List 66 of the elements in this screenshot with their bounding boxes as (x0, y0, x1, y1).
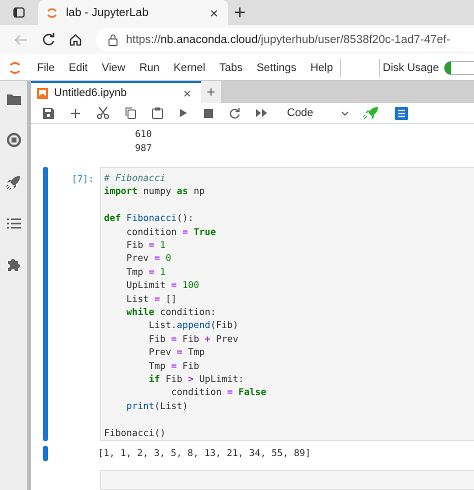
rocket-icon[interactable] (363, 106, 380, 120)
cell-selection-bar[interactable] (43, 166, 48, 442)
code-line: while condition: (125, 306, 216, 320)
puzzle-icon[interactable] (6, 257, 20, 271)
code-line: Prev = 0 (125, 252, 172, 266)
code-line: Fib = 1 (125, 239, 166, 252)
code-line: import numpy as np (104, 185, 205, 199)
cut-icon[interactable] (97, 107, 109, 120)
notebook-tab[interactable]: Untitled6.ipynb × (31, 81, 201, 103)
menu-item[interactable]: View (94, 62, 132, 74)
menu-item[interactable]: Edit (62, 62, 95, 74)
code-line: condition = False (170, 386, 266, 400)
reload-icon[interactable] (42, 33, 55, 46)
close-tab-button[interactable]: × (208, 4, 220, 20)
disk-usage-label: Disk Usage (382, 62, 439, 74)
code-line: List.append(Fib) (148, 319, 238, 333)
rocket-icon[interactable] (6, 175, 21, 190)
code-line: Prev = Tmp (148, 346, 205, 360)
code-line: def Fibonacci(): (104, 212, 194, 226)
tab-title: lab - JupyterLab (66, 6, 150, 18)
menu-item[interactable]: Help (303, 62, 340, 74)
code-line: Fib = Fib + Prev (148, 332, 238, 346)
menu-item[interactable]: Settings (250, 62, 304, 74)
menu-item[interactable]: Run (132, 62, 167, 74)
window-icon[interactable] (13, 7, 25, 18)
cell-output: [1, 1, 2, 3, 5, 8, 13, 21, 34, 55, 89] (97, 447, 311, 461)
stop-icon[interactable] (204, 108, 213, 118)
code-line: Tmp = Fib (148, 360, 200, 374)
menu-item[interactable]: Kernel (166, 62, 212, 74)
code-line: Fibonacci() (104, 426, 166, 440)
code-line: List = [] (125, 292, 177, 306)
browser-tab[interactable]: lab - JupyterLab × (38, 0, 228, 25)
lock-icon (108, 34, 118, 46)
jupyter-logo-icon (46, 6, 58, 18)
notebook-icon (37, 88, 48, 98)
plus-icon[interactable] (70, 108, 81, 119)
execution-prompt: [7]: (72, 174, 94, 185)
caret-icon (341, 110, 350, 116)
next-cell-editor[interactable] (100, 470, 474, 490)
close-tab-button[interactable]: × (179, 86, 195, 100)
list-icon[interactable] (6, 218, 20, 229)
save-icon[interactable] (43, 108, 54, 119)
menu-item[interactable]: Tabs (212, 62, 250, 74)
paste-icon[interactable] (152, 107, 163, 120)
run-icon[interactable] (179, 108, 188, 118)
restart-icon[interactable] (229, 108, 240, 119)
output-line: 610 (135, 128, 153, 142)
code-line: print(List) (125, 400, 188, 414)
code-line: condition = True (125, 226, 216, 239)
home-icon[interactable] (69, 33, 82, 46)
code-line: UpLimit = 100 (125, 279, 200, 293)
jupyter-logo-icon[interactable] (9, 61, 21, 75)
cell-type-dropdown[interactable]: Code (283, 107, 350, 120)
notebook-tab-title: Untitled6.ipynb (54, 87, 128, 99)
code-line: if Fib > UpLimit: (148, 373, 244, 386)
folder-icon[interactable] (6, 93, 20, 105)
output-line: 987 (135, 142, 153, 155)
new-launcher-button[interactable]: + (201, 81, 221, 103)
new-tab-button[interactable]: + (228, 2, 252, 22)
code-line: Tmp = 1 (125, 266, 166, 280)
menu-item[interactable]: File (30, 62, 62, 74)
property-inspector-icon[interactable] (395, 106, 408, 120)
output-collapse-bar[interactable] (43, 446, 48, 462)
fast-forward-icon[interactable] (256, 109, 267, 118)
copy-icon[interactable] (125, 107, 136, 120)
code-line: # Fibonacci (104, 172, 166, 186)
